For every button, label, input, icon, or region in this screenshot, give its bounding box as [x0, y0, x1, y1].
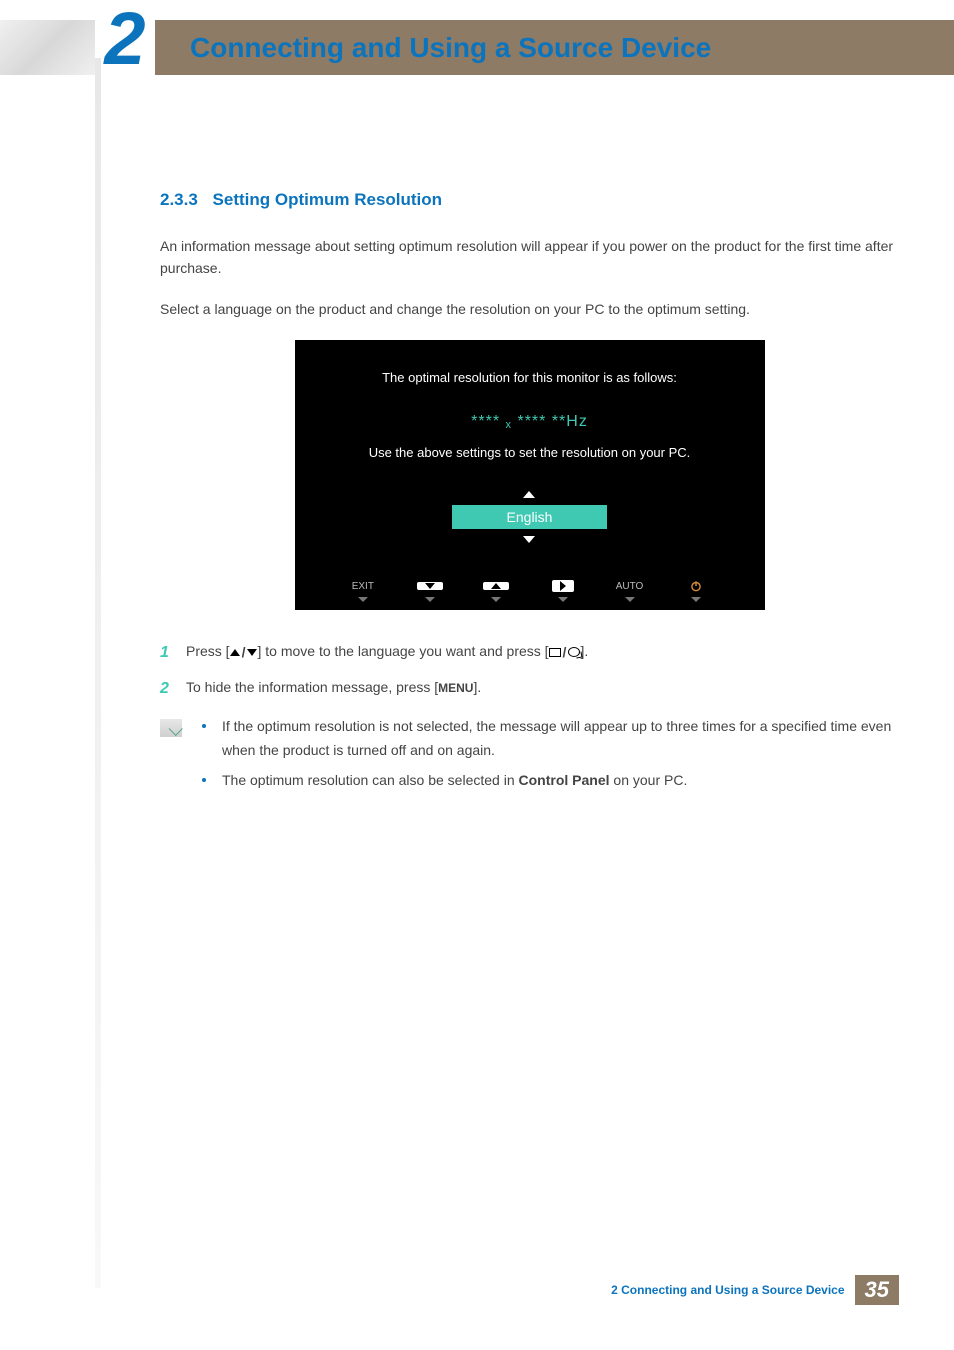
note-item-1: If the optimum resolution is not selecte…: [196, 715, 899, 763]
pointer-down-icon: [691, 597, 701, 602]
content-area: 2.3.3 Setting Optimum Resolution An info…: [160, 190, 899, 799]
pointer-down-icon: [425, 597, 435, 602]
step-2-text: To hide the information message, press […: [186, 676, 481, 702]
osd-message-line1: The optimal resolution for this monitor …: [310, 370, 750, 385]
osd-language-selector: English: [452, 505, 608, 529]
osd-down-button: [396, 579, 463, 602]
osd-right-button: [530, 579, 597, 602]
header-decoration: [0, 20, 95, 75]
page-footer: 2 Connecting and Using a Source Device 3…: [611, 1275, 899, 1305]
exit-label: EXIT: [352, 579, 374, 593]
osd-exit-button: EXIT: [330, 579, 397, 602]
osd-power-button: [663, 579, 730, 602]
note-list: If the optimum resolution is not selecte…: [196, 715, 899, 798]
right-key-icon: [552, 580, 574, 592]
section-number: 2.3.3: [160, 190, 198, 209]
osd-auto-button: AUTO: [596, 579, 663, 602]
select-icons: /: [549, 641, 581, 663]
pointer-down-icon: [558, 597, 568, 602]
pointer-down-icon: [625, 597, 635, 602]
pointer-down-icon: [358, 597, 368, 602]
section-title: Setting Optimum Resolution: [213, 190, 443, 209]
step-2: 2 To hide the information message, press…: [160, 676, 899, 702]
chapter-title: Connecting and Using a Source Device: [190, 32, 711, 64]
arrow-up-icon: [523, 491, 535, 498]
arrow-down-icon: [523, 536, 535, 543]
note-block: If the optimum resolution is not selecte…: [160, 715, 899, 798]
triangle-down-icon: [247, 649, 257, 656]
intro-paragraph-1: An information message about setting opt…: [160, 235, 899, 280]
osd-resolution: **** x **** **Hz: [310, 413, 750, 431]
note-icon: [160, 719, 182, 737]
up-key-icon: [483, 582, 509, 590]
osd-up-button: [463, 579, 530, 602]
osd-button-row: EXIT AUTO: [310, 579, 750, 602]
osd-message-line3: Use the above settings to set the resolu…: [310, 445, 750, 460]
footer-chapter-text: 2 Connecting and Using a Source Device: [611, 1283, 844, 1297]
left-margin-stripe: [95, 58, 101, 1288]
step-number-1: 1: [160, 640, 172, 666]
page-number: 35: [855, 1275, 899, 1305]
step-1-text: Press [/] to move to the language you wa…: [186, 640, 588, 666]
osd-language-value: English: [452, 505, 608, 529]
enter-icon: [568, 647, 580, 657]
auto-label: AUTO: [616, 579, 644, 593]
pointer-down-icon: [491, 597, 501, 602]
step-1: 1 Press [/] to move to the language you …: [160, 640, 899, 666]
intro-paragraph-2: Select a language on the product and cha…: [160, 298, 899, 320]
step-number-2: 2: [160, 676, 172, 702]
chapter-number-box: 2: [95, 0, 155, 78]
chapter-number: 2: [104, 0, 145, 81]
rect-icon: [549, 648, 561, 657]
power-icon: [689, 579, 703, 593]
up-down-icons: /: [230, 641, 258, 663]
triangle-up-icon: [230, 649, 240, 656]
section-heading: 2.3.3 Setting Optimum Resolution: [160, 190, 899, 210]
note-item-2: The optimum resolution can also be selec…: [196, 769, 899, 793]
menu-label: MENU: [438, 681, 473, 695]
osd-screenshot: The optimal resolution for this monitor …: [295, 340, 765, 610]
down-key-icon: [417, 582, 443, 590]
